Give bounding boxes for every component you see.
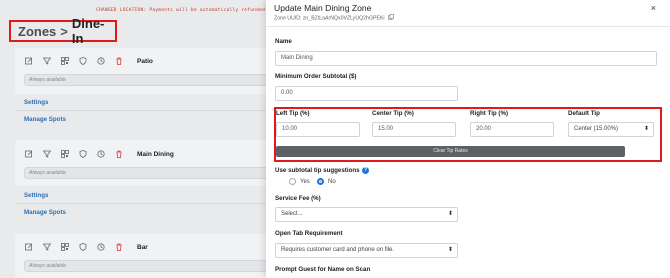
left-tip-label: Left Tip (%): [276, 110, 310, 117]
divider: [15, 110, 270, 111]
clear-tip-rates-button[interactable]: Clear Tip Rates: [276, 146, 625, 157]
trash-icon[interactable]: [114, 242, 124, 252]
manage-spots-link[interactable]: Manage Spots: [24, 209, 66, 216]
service-fee-label: Service Fee (%): [275, 195, 321, 202]
modal-title: Update Main Dining Zone: [274, 3, 372, 13]
update-zone-modal: Update Main Dining Zone × Zone UUID: zn_…: [266, 0, 670, 278]
subtotal-tip-label: Use subtotal tip suggestions: [275, 167, 360, 174]
default-tip-select[interactable]: Center (15.00%) ⬍: [568, 122, 654, 137]
open-tab-label: Open Tab Requirement: [275, 230, 343, 237]
zone-availability: Always available: [24, 74, 270, 86]
subtotal-tip-no-radio[interactable]: No: [317, 178, 336, 185]
shield-icon[interactable]: [78, 56, 88, 66]
default-tip-value: Center (15.00%): [574, 126, 619, 132]
history-icon[interactable]: [96, 242, 106, 252]
zone-availability: Always available: [24, 260, 270, 272]
zone-uuid: Zone UUID: zn_BZtLaArNQx0VZLyUQ2hGPEKi: [274, 14, 394, 22]
select-caret-icon: ⬍: [643, 126, 649, 132]
min-order-input[interactable]: 0.00: [275, 86, 458, 101]
edit-icon[interactable]: [24, 242, 34, 252]
qr-code-icon[interactable]: [60, 56, 70, 66]
copy-icon[interactable]: [388, 14, 394, 22]
zone-name: Bar: [137, 243, 148, 251]
filter-icon[interactable]: [42, 149, 52, 159]
filter-icon[interactable]: [42, 56, 52, 66]
select-caret-icon: ⬍: [447, 247, 453, 253]
radio-unchecked-icon: [289, 178, 296, 185]
edit-icon[interactable]: [24, 149, 34, 159]
qr-code-icon[interactable]: [60, 242, 70, 252]
default-tip-label: Default Tip: [568, 110, 600, 117]
left-tip-input[interactable]: 10.00: [276, 122, 360, 137]
settings-link[interactable]: Settings: [24, 192, 48, 199]
radio-checked-icon: [317, 178, 324, 185]
breadcrumb: Zones > Dine-In: [9, 16, 117, 46]
center-tip-label: Center Tip (%): [372, 110, 414, 117]
radio-label: Yes: [300, 178, 310, 185]
open-tab-select[interactable]: Requires customer card and phone on file…: [275, 243, 458, 258]
zone-availability: Always available: [24, 167, 270, 179]
manage-spots-link[interactable]: Manage Spots: [24, 116, 66, 123]
header-divider: [266, 26, 670, 27]
min-order-label: Minimum Order Subtotal ($): [275, 73, 357, 80]
qr-code-icon[interactable]: [60, 149, 70, 159]
name-label: Name: [275, 38, 292, 45]
zone-name: Main Dining: [137, 150, 174, 158]
center-tip-input[interactable]: 15.00: [372, 122, 456, 137]
info-icon[interactable]: ?: [362, 167, 369, 174]
open-tab-value: Requires customer card and phone on file…: [281, 247, 395, 253]
edit-icon[interactable]: [24, 56, 34, 66]
select-caret-icon: ⬍: [447, 211, 453, 217]
settings-link[interactable]: Settings: [24, 99, 48, 106]
breadcrumb-current: Dine-In: [71, 16, 105, 46]
zone-name: Patio: [137, 57, 153, 65]
breadcrumb-zones-link[interactable]: Zones: [18, 24, 56, 39]
close-icon[interactable]: ×: [651, 3, 656, 13]
radio-label: No: [328, 178, 336, 185]
service-fee-select[interactable]: Select... ⬍: [275, 207, 458, 222]
refund-warning: CHANGED LOCATION: Payments will be autom…: [96, 8, 266, 13]
name-input[interactable]: Main Dining: [275, 51, 657, 66]
trash-icon[interactable]: [114, 149, 124, 159]
shield-icon[interactable]: [78, 149, 88, 159]
filter-icon[interactable]: [42, 242, 52, 252]
service-fee-value: Select...: [281, 211, 303, 217]
divider: [15, 203, 270, 204]
right-tip-input[interactable]: 20.00: [470, 122, 554, 137]
subtotal-tip-yes-radio[interactable]: Yes: [289, 178, 310, 185]
breadcrumb-separator: >: [60, 23, 68, 39]
shield-icon[interactable]: [78, 242, 88, 252]
history-icon[interactable]: [96, 56, 106, 66]
trash-icon[interactable]: [114, 56, 124, 66]
zone-uuid-text: Zone UUID: zn_BZtLaArNQx0VZLyUQ2hGPEKi: [274, 15, 385, 22]
history-icon[interactable]: [96, 149, 106, 159]
right-tip-label: Right Tip (%): [470, 110, 509, 117]
prompt-guest-label: Prompt Guest for Name on Scan: [275, 266, 371, 273]
